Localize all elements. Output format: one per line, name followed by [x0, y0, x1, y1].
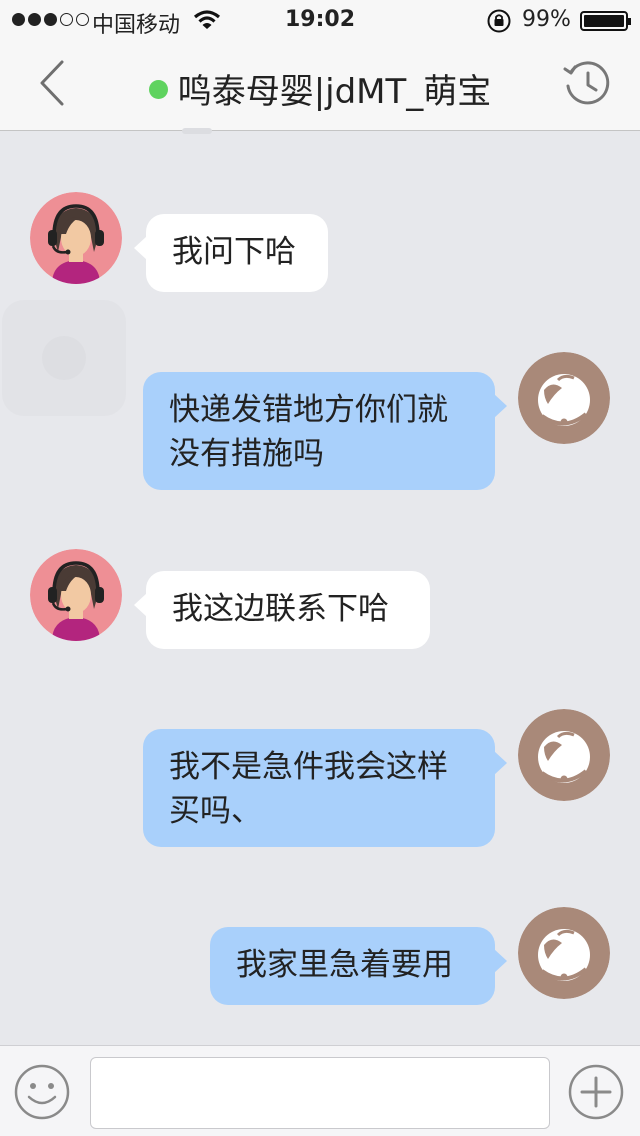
battery-icon	[580, 11, 631, 31]
message-bubble-customer[interactable]: 我家里急着要用	[210, 927, 507, 1005]
agent-headset-avatar-icon	[30, 549, 122, 641]
message-input[interactable]	[90, 1057, 550, 1129]
customer-avatar[interactable]	[518, 907, 610, 999]
message-bubble-customer[interactable]: 快递发错地方你们就没有措施吗	[143, 372, 507, 490]
agent-avatar[interactable]	[30, 192, 122, 284]
message-text: 快递发错地方你们就没有措施吗	[169, 392, 448, 472]
status-bar: 中国移动 19:02 99%	[0, 0, 640, 40]
customer-bell-avatar-icon	[518, 709, 610, 801]
message-bubble-agent[interactable]: 我这边联系下哈	[134, 571, 430, 649]
message-text: 我不是急件我会这样买吗、	[169, 749, 448, 829]
message-text: 我这边联系下哈	[172, 591, 389, 627]
plus-circle-icon	[568, 1064, 624, 1120]
nav-bar: 鸣泰母婴|jdMT_萌宝	[0, 40, 640, 131]
agent-avatar[interactable]	[30, 549, 122, 641]
emoji-button[interactable]	[13, 1063, 71, 1121]
orientation-lock-icon	[486, 8, 512, 40]
message-bubble-customer[interactable]: 我不是急件我会这样买吗、	[143, 729, 507, 847]
customer-bell-avatar-icon	[518, 352, 610, 444]
history-clock-icon	[563, 61, 610, 105]
message-text: 我问下哈	[172, 234, 296, 270]
faded-avatar-placeholder	[2, 300, 126, 416]
agent-headset-avatar-icon	[30, 192, 122, 284]
input-bar	[0, 1045, 640, 1136]
chat-title: 鸣泰母婴|jdMT_萌宝	[177, 72, 492, 112]
history-button[interactable]	[562, 58, 614, 110]
faded-content	[182, 128, 212, 134]
chat-title-area: 鸣泰母婴|jdMT_萌宝	[0, 64, 640, 113]
customer-avatar[interactable]	[518, 709, 610, 801]
battery-percent: 99%	[522, 7, 571, 32]
message-text: 我家里急着要用	[236, 947, 453, 983]
message-bubble-agent[interactable]: 我问下哈	[134, 214, 328, 292]
customer-bell-avatar-icon	[518, 907, 610, 999]
online-status-dot	[148, 80, 168, 99]
emoji-smile-icon	[14, 1064, 70, 1120]
plus-button[interactable]	[567, 1063, 625, 1121]
customer-avatar[interactable]	[518, 352, 610, 444]
